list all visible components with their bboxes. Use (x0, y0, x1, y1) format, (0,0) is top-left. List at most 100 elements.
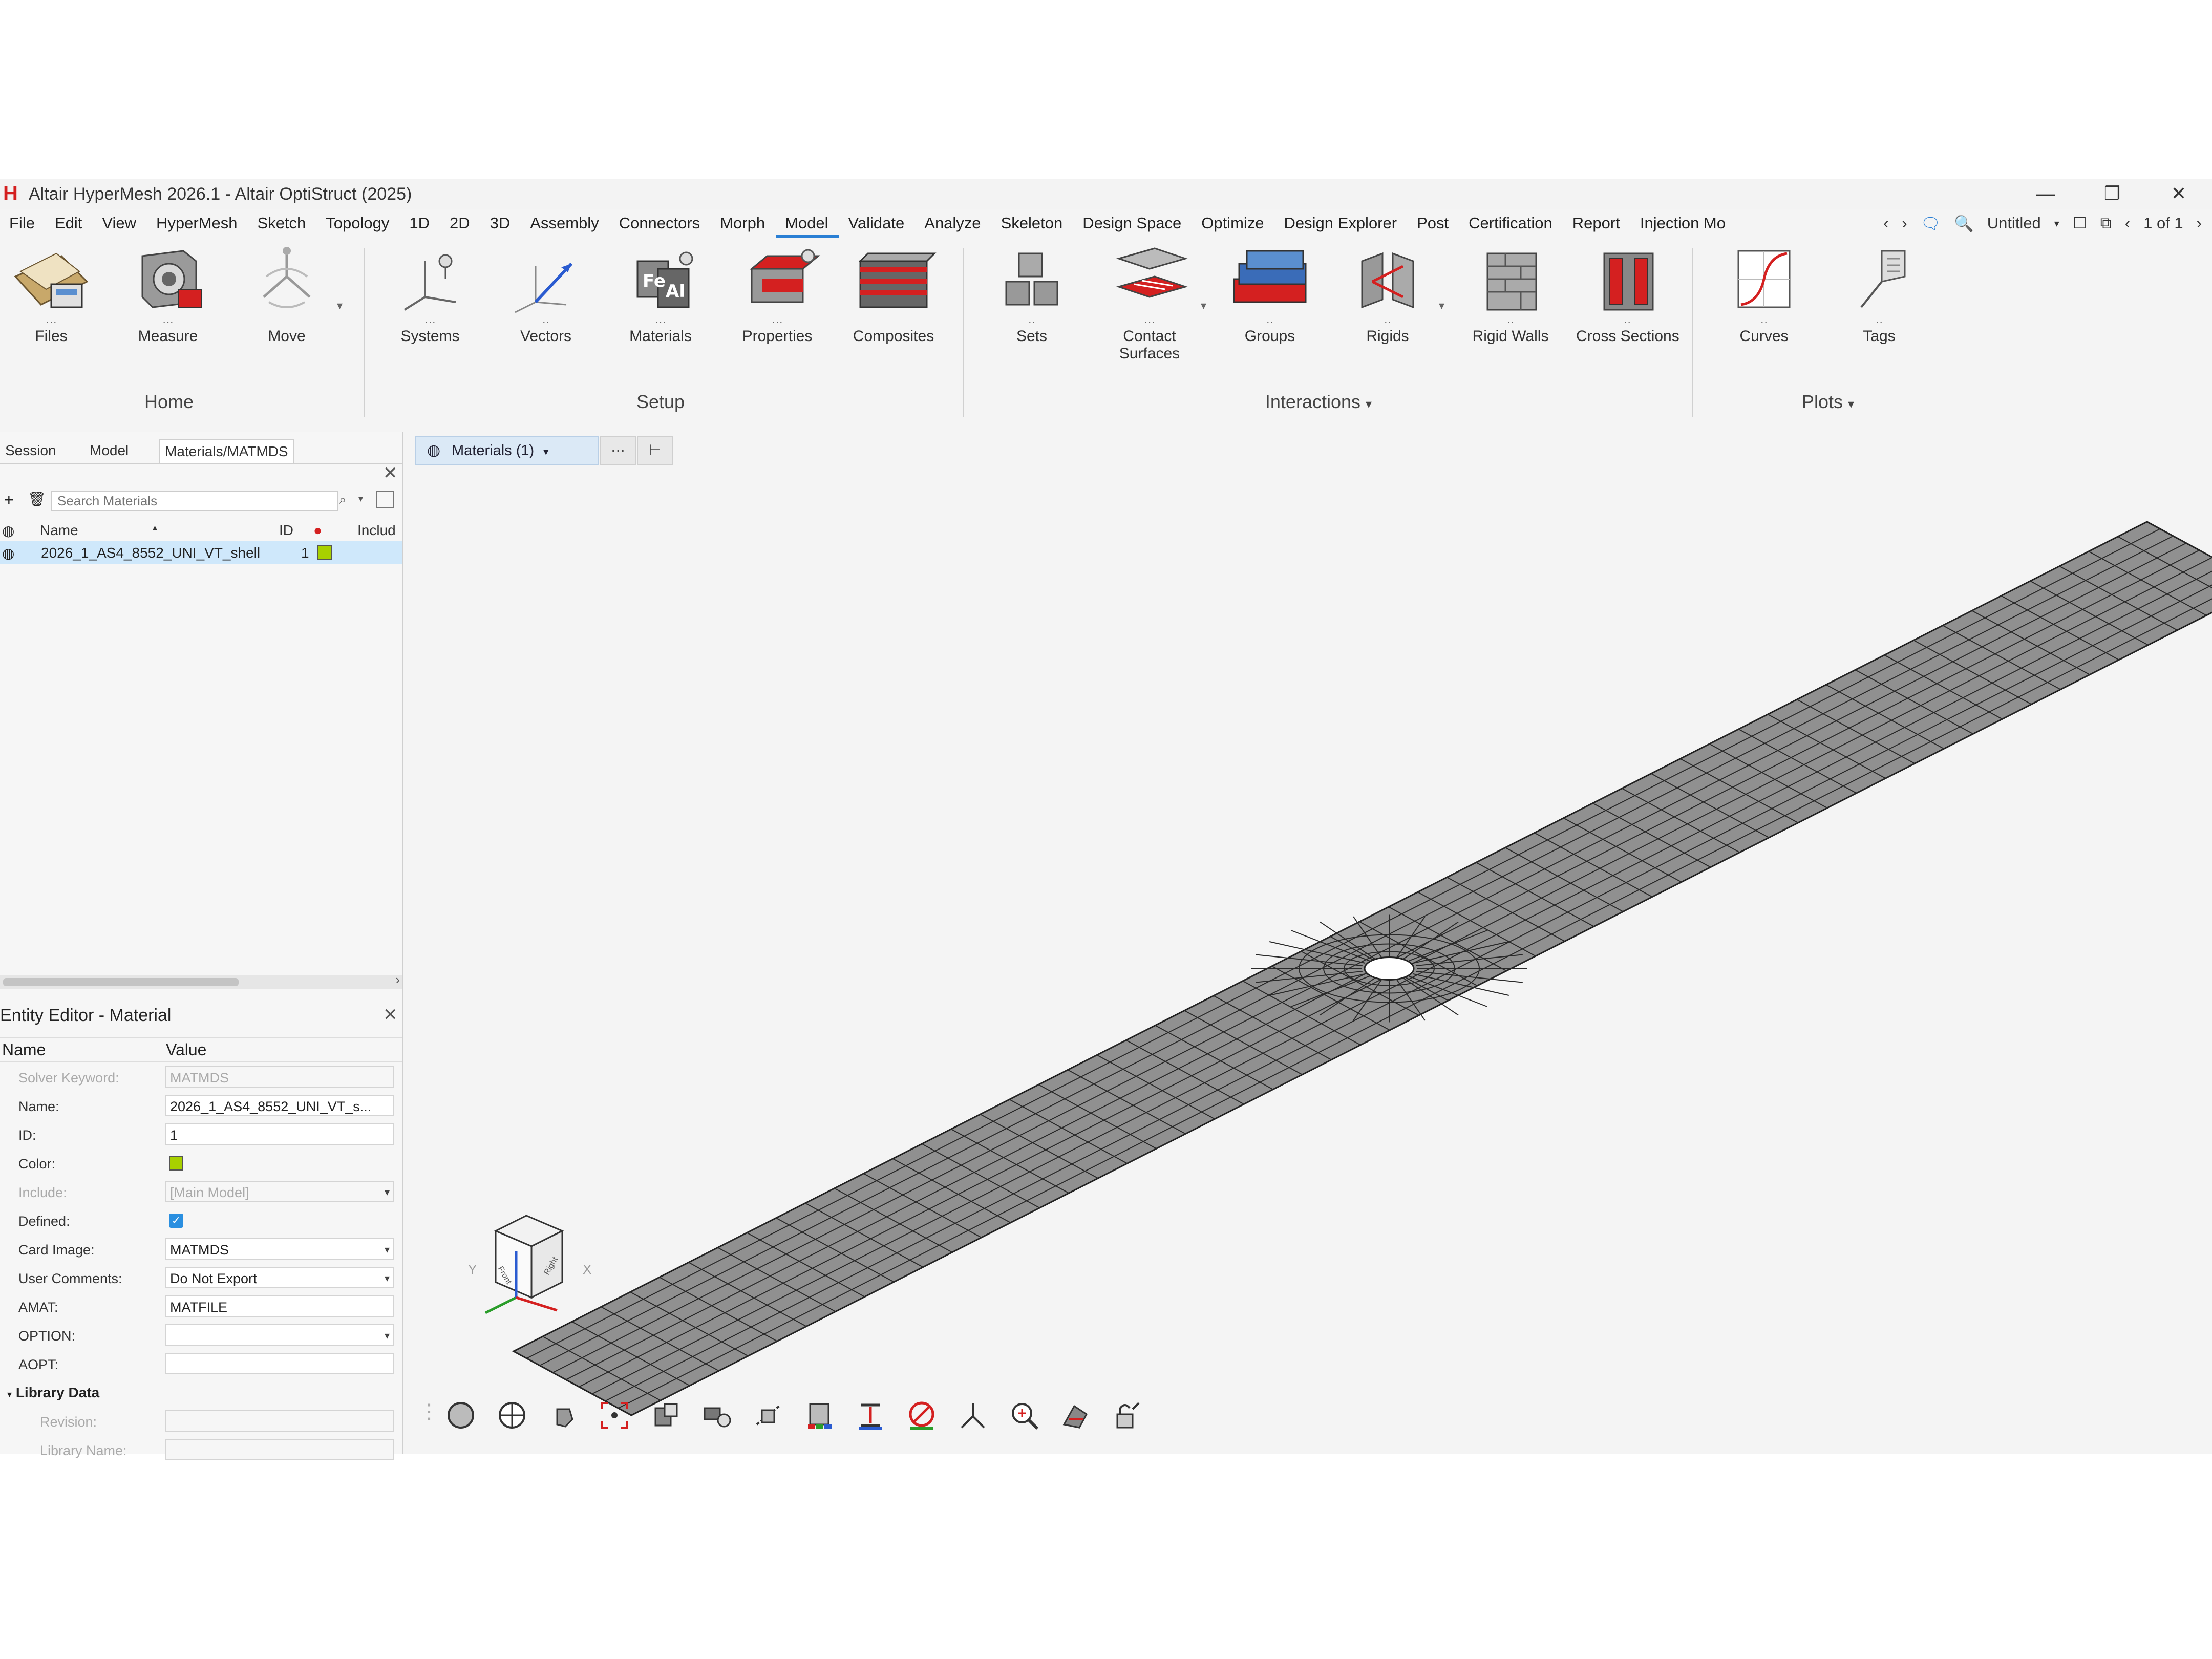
graphics-viewport[interactable]: ◍ Materials (1) ▾ ··· ⊢ Y X Front Right (403, 432, 2212, 1454)
menu-skeleton[interactable]: Skeleton (992, 209, 1074, 238)
filter-icon[interactable] (376, 491, 394, 508)
menu-post[interactable]: Post (1408, 209, 1459, 238)
materials-tool[interactable]: Fe Al ··· Materials (609, 241, 712, 345)
curves-tool[interactable]: ·· Curves (1713, 241, 1815, 345)
vectors-tool[interactable]: ·· Vectors (495, 241, 597, 345)
contact-surfaces-tool[interactable]: ··· Contact Surfaces (1098, 241, 1201, 363)
rigids-more-dropdown[interactable]: ▾ (1439, 299, 1444, 312)
contour-icon[interactable] (803, 1399, 836, 1432)
menu-validate[interactable]: Validate (839, 209, 916, 238)
menu-model[interactable]: Model (776, 209, 839, 238)
tab-materials[interactable]: Materials/MATMDS (159, 439, 294, 463)
cross-sections-tool[interactable]: ·· Cross Sections (1576, 241, 1679, 345)
sets-tool[interactable]: ·· Sets (981, 241, 1083, 345)
menu-2d[interactable]: 2D (440, 209, 481, 238)
chevron-down-icon[interactable]: ▾ (358, 494, 363, 504)
add-icon[interactable]: + (4, 491, 14, 509)
no-display-icon[interactable] (905, 1399, 938, 1432)
card-image-select[interactable]: MATMDS (165, 1238, 394, 1260)
color-picker[interactable] (169, 1156, 183, 1171)
menu-design-explorer[interactable]: Design Explorer (1275, 209, 1408, 238)
tags-tool[interactable]: ·· Tags (1828, 241, 1930, 345)
session-dropdown[interactable]: Untitled (1987, 214, 2041, 232)
view-cube[interactable]: Y X Front Right (465, 1210, 598, 1333)
contact-more-dropdown[interactable]: ▾ (1201, 299, 1206, 312)
menu-morph[interactable]: Morph (711, 209, 776, 238)
fit-view-icon[interactable] (598, 1399, 631, 1432)
chevron-right-icon[interactable]: › (1902, 214, 1907, 232)
clipping-icon[interactable] (854, 1399, 887, 1432)
camera-icon[interactable] (700, 1399, 733, 1432)
menu-optimize[interactable]: Optimize (1192, 209, 1274, 238)
toolbar-grip-icon[interactable]: ⋮ (419, 1400, 439, 1423)
lock-view-icon[interactable] (1110, 1399, 1143, 1432)
zoom-icon[interactable] (1008, 1399, 1040, 1432)
move-tool[interactable]: Move (236, 241, 338, 345)
measure-tool[interactable]: ··· Measure (117, 241, 219, 345)
groups-tool[interactable]: ·· Groups (1219, 241, 1321, 345)
color-swatch[interactable] (317, 545, 332, 560)
mesh-model[interactable] (403, 432, 2212, 1454)
chevron-left-icon[interactable]: ‹ (1883, 214, 1888, 232)
id-input[interactable]: 1 (165, 1123, 394, 1145)
close-icon[interactable]: ✕ (383, 1005, 398, 1025)
close-icon[interactable]: ✕ (383, 463, 398, 483)
scroll-right-icon[interactable]: › (395, 972, 400, 988)
composites-tool[interactable]: Composites (842, 241, 945, 345)
rigid-walls-tool[interactable]: ·· Rigid Walls (1459, 241, 1562, 345)
option-select[interactable] (165, 1324, 394, 1346)
menu-connectors[interactable]: Connectors (610, 209, 711, 238)
menu-certification[interactable]: Certification (1459, 209, 1563, 238)
section-cut-icon[interactable] (752, 1399, 784, 1432)
chevron-down-icon[interactable]: ▾ (1848, 397, 1854, 411)
include-select[interactable]: [Main Model] (165, 1181, 394, 1202)
menu-edit[interactable]: Edit (46, 209, 93, 238)
shaded-view-icon[interactable] (444, 1399, 477, 1432)
globe-view-icon[interactable] (496, 1399, 528, 1432)
chevron-down-icon[interactable]: ▾ (1366, 397, 1372, 411)
restore-button[interactable]: ❐ (2089, 181, 2135, 206)
column-include[interactable]: Includ (357, 522, 396, 539)
menu-report[interactable]: Report (1563, 209, 1631, 238)
chat-icon[interactable]: 🗨 (1921, 214, 1941, 233)
systems-tool[interactable]: ··· Systems (379, 241, 481, 345)
library-name-input[interactable] (165, 1439, 394, 1460)
scrollbar-thumb[interactable] (3, 978, 239, 986)
delete-icon[interactable]: 🗑 (28, 491, 46, 507)
library-data-section[interactable]: ▾ Library Data (7, 1385, 99, 1401)
close-button[interactable]: ✕ (2156, 181, 2202, 206)
minimize-button[interactable]: — (2023, 181, 2069, 206)
window-layout-icon[interactable]: ☐ (2073, 214, 2087, 232)
plate-surface[interactable] (512, 521, 2212, 1416)
user-comments-select[interactable]: Do Not Export (165, 1267, 394, 1288)
menu-hypermesh[interactable]: HyperMesh (147, 209, 248, 238)
rigids-tool[interactable]: ·· Rigids (1336, 241, 1439, 345)
aopt-input[interactable] (165, 1353, 394, 1374)
pan-view-icon[interactable] (547, 1399, 580, 1432)
display-options-icon[interactable] (1059, 1399, 1092, 1432)
isometric-view-icon[interactable] (649, 1399, 682, 1432)
menu-analyze[interactable]: Analyze (915, 209, 991, 238)
menu-topology[interactable]: Topology (316, 209, 400, 238)
tab-model[interactable]: Model (84, 439, 134, 462)
home-more-dropdown[interactable]: ▾ (337, 299, 343, 312)
search-icon[interactable]: 🔍 (1954, 214, 1974, 233)
amat-input[interactable]: MATFILE (165, 1295, 394, 1317)
page-layout-icon[interactable]: ⧉ (2100, 214, 2112, 233)
search-input[interactable] (51, 491, 338, 511)
horizontal-scrollbar[interactable]: › (0, 972, 402, 989)
tab-session[interactable]: Session (0, 439, 61, 462)
revision-input[interactable] (165, 1410, 394, 1432)
menu-1d[interactable]: 1D (400, 209, 440, 238)
menu-view[interactable]: View (93, 209, 147, 238)
menu-assembly[interactable]: Assembly (521, 209, 609, 238)
files-tool[interactable]: ··· Files (0, 241, 102, 345)
page-prev-icon[interactable]: ‹ (2125, 214, 2130, 232)
menu-file[interactable]: File (0, 209, 46, 238)
column-name[interactable]: Name (40, 522, 78, 539)
menu-sketch[interactable]: Sketch (248, 209, 317, 238)
axis-triad-icon[interactable] (956, 1399, 989, 1432)
name-input[interactable]: 2026_1_AS4_8552_UNI_VT_s... (165, 1095, 394, 1116)
table-row[interactable]: ◍ 2026_1_AS4_8552_UNI_VT_shell 1 (0, 541, 402, 564)
column-id[interactable]: ID (279, 522, 293, 539)
